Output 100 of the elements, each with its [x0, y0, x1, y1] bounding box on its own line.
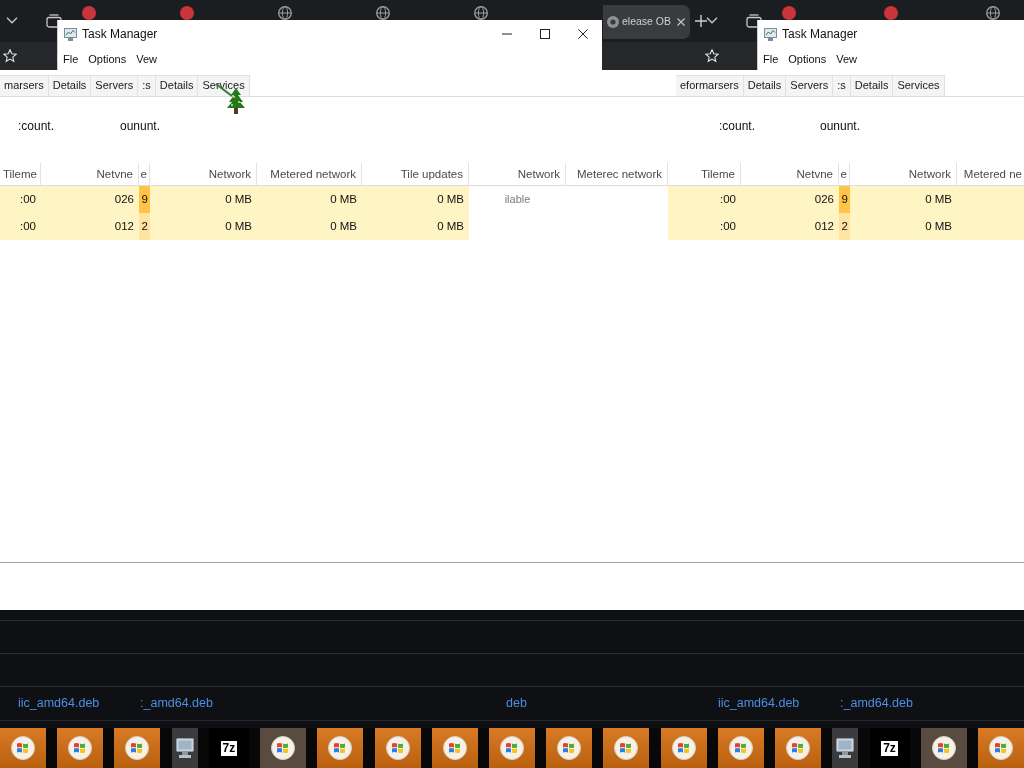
tab[interactable]: :s: [138, 75, 156, 96]
chart-window-icon: [764, 27, 777, 41]
dot-favicon-icon[interactable]: [180, 6, 194, 20]
tab[interactable]: :s: [833, 75, 851, 96]
tab[interactable]: Services: [198, 75, 250, 96]
tab[interactable]: Servers: [91, 75, 139, 96]
summary-text: :count.: [719, 118, 756, 135]
four-color-logo-icon: [557, 736, 582, 760]
plus-icon[interactable]: [695, 15, 708, 27]
taskbar-button[interactable]: [57, 728, 104, 768]
taskbar-button[interactable]: [488, 728, 535, 768]
taskbar-button[interactable]: [717, 728, 764, 768]
summary-text: oununt.: [820, 118, 861, 135]
table-cell: :00: [0, 213, 41, 240]
taskbar-button[interactable]: [260, 728, 307, 768]
globe-favicon-icon[interactable]: [376, 6, 390, 20]
taskbar-button[interactable]: [546, 728, 593, 768]
table-cell: 0 MB: [850, 186, 957, 213]
chevron-down-icon[interactable]: [706, 17, 718, 24]
tab[interactable]: Details: [155, 75, 199, 96]
taskbar-button[interactable]: [603, 728, 650, 768]
summary-text: :count.: [18, 118, 55, 135]
app-logo: 7z: [881, 740, 898, 756]
tab[interactable]: Details: [48, 75, 92, 96]
chart-window-icon: [64, 27, 77, 41]
app-logo: 7z: [220, 740, 238, 756]
column-header[interactable]: Meterec network: [566, 163, 668, 186]
menu-item[interactable]: Vew: [131, 51, 162, 67]
tab[interactable]: marsers: [0, 75, 49, 96]
file-link[interactable]: :_amd64.deb: [840, 694, 913, 713]
four-color-logo-icon: [328, 736, 353, 760]
four-color-logo-icon: [271, 736, 296, 760]
four-color-logo-icon: [385, 736, 410, 760]
globe-favicon-icon[interactable]: [474, 6, 488, 20]
taskbar-button[interactable]: [317, 728, 364, 768]
close-icon: [578, 29, 588, 39]
dot-favicon-icon[interactable]: [782, 6, 796, 20]
minimize-icon: [502, 33, 512, 35]
four-color-logo-icon: [671, 736, 696, 760]
tab[interactable]: Servers: [786, 75, 834, 96]
taskbar-button[interactable]: [660, 728, 707, 768]
taskbar-button[interactable]: [832, 728, 859, 768]
tab[interactable]: Details: [743, 75, 787, 96]
table-cell-text: ilable: [503, 192, 532, 207]
taskbar-button[interactable]: [171, 728, 198, 768]
tab-stack-icon[interactable]: [46, 14, 62, 28]
globe-favicon-icon[interactable]: [278, 6, 292, 20]
tab-stack-icon[interactable]: [746, 14, 762, 28]
four-color-logo-icon: [125, 736, 150, 760]
summary-text: oununt.: [120, 118, 161, 135]
taskbar-button[interactable]: [374, 728, 421, 768]
table-cell: 012: [741, 213, 839, 240]
tab[interactable]: Services: [893, 75, 945, 96]
table-cell: 026: [41, 186, 139, 213]
file-link[interactable]: deb: [506, 694, 527, 713]
star-icon[interactable]: [3, 49, 17, 63]
computer-icon: [175, 738, 194, 758]
menu-item[interactable]: Fle: [58, 51, 84, 67]
table-cell: :00: [0, 186, 41, 213]
four-color-logo-icon: [68, 736, 93, 760]
dot-favicon-icon[interactable]: [884, 6, 898, 20]
table-cell: 0 MB: [150, 213, 257, 240]
table-cell: 2: [139, 213, 150, 240]
chevron-down-icon[interactable]: [6, 17, 18, 24]
dot-favicon-icon[interactable]: [82, 6, 96, 20]
taskbar-button[interactable]: [431, 728, 478, 768]
four-color-logo-icon: [499, 736, 524, 760]
taskbar-button[interactable]: [977, 728, 1024, 768]
table-cell: 0 MB: [257, 213, 362, 240]
taskbar-button[interactable]: 7z: [869, 728, 910, 768]
browser-tab[interactable]: elease OB: [603, 5, 691, 39]
table-cell: 0 MB: [257, 186, 362, 213]
table-cell: 0 MB: [850, 213, 957, 240]
window-title: Task Manager: [782, 26, 858, 43]
table-cell: :00: [668, 213, 741, 240]
table-cell: 0 MB: [362, 213, 469, 240]
star-icon[interactable]: [705, 49, 719, 63]
taskbar-button[interactable]: [114, 728, 161, 768]
table-cell: :00: [668, 186, 741, 213]
four-color-logo-icon: [728, 736, 753, 760]
menu-item[interactable]: Options: [83, 51, 132, 67]
close-icon[interactable]: [677, 18, 686, 26]
taskbar-button[interactable]: 7z: [208, 728, 249, 768]
menu-item[interactable]: Vew: [831, 51, 862, 67]
menu-item[interactable]: Options: [783, 51, 832, 67]
circle-favicon-icon: [607, 16, 619, 28]
tab[interactable]: eformarsers: [676, 75, 744, 96]
file-link[interactable]: :_amd64.deb: [140, 694, 213, 713]
menu-item[interactable]: Fle: [758, 51, 784, 67]
four-color-logo-icon: [988, 736, 1013, 760]
file-link[interactable]: iic_amd64.deb: [718, 694, 800, 713]
tab[interactable]: Details: [850, 75, 894, 96]
taskbar-button[interactable]: [775, 728, 822, 768]
globe-favicon-icon[interactable]: [986, 6, 1000, 20]
four-color-logo-icon: [614, 736, 639, 760]
column-header[interactable]: Network: [469, 163, 566, 186]
table-cell: 2: [839, 213, 850, 240]
file-link[interactable]: iic_amd64.deb: [18, 694, 100, 713]
table-cell: 012: [41, 213, 139, 240]
taskbar-button[interactable]: [920, 728, 967, 768]
